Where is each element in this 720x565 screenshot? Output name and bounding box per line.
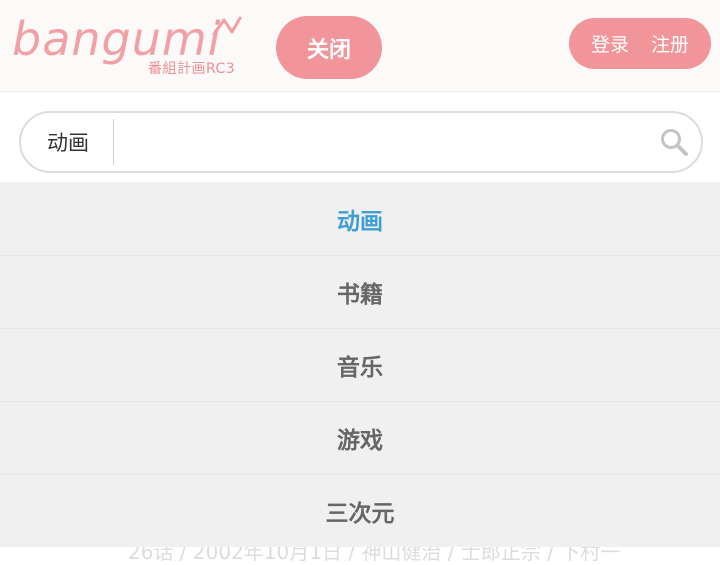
tv-antenna-icon xyxy=(212,16,242,36)
dropdown-item-real[interactable]: 三次元 xyxy=(0,474,720,547)
register-link[interactable]: 注册 xyxy=(651,30,689,57)
search-input[interactable] xyxy=(121,119,641,165)
logo-subtitle: 番組計画RC3 xyxy=(148,61,236,77)
search-divider xyxy=(113,119,114,165)
dropdown-item-book[interactable]: 书籍 xyxy=(0,255,720,328)
login-link[interactable]: 登录 xyxy=(591,30,629,57)
dropdown-item-music[interactable]: 音乐 xyxy=(0,328,720,401)
logo-wordmark: bangumi xyxy=(12,12,222,66)
auth-button-group: 登录 注册 xyxy=(569,18,711,69)
search-icon[interactable] xyxy=(659,127,689,157)
dropdown-item-game[interactable]: 游戏 xyxy=(0,401,720,474)
dropdown-item-anime[interactable]: 动画 xyxy=(0,182,720,255)
search-category-select[interactable]: 动画 xyxy=(21,113,115,171)
category-dropdown: 动画 书籍 音乐 游戏 三次元 xyxy=(0,182,720,547)
search-bar: 动画 xyxy=(19,111,703,173)
bangumi-logo[interactable]: bangumi 番組計画RC3 xyxy=(12,14,244,80)
top-header: bangumi 番組計画RC3 关闭 登录 注册 xyxy=(0,0,720,92)
close-button[interactable]: 关闭 xyxy=(276,16,382,79)
